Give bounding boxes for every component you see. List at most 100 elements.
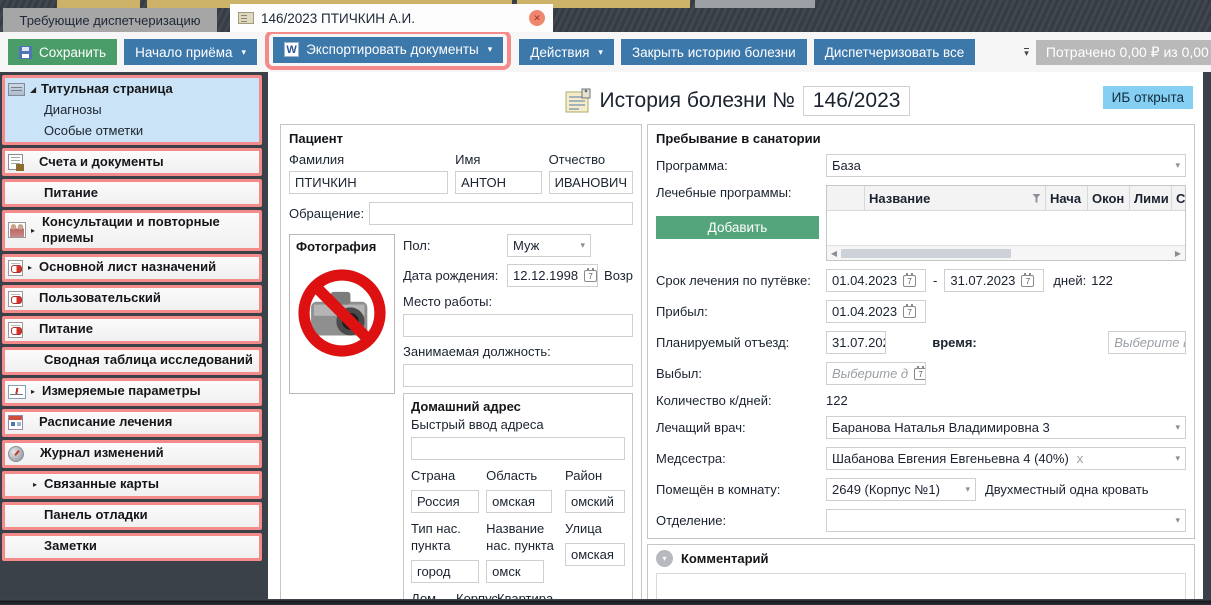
street-label: Улица xyxy=(565,521,625,538)
sidebar-item-linked-cards[interactable]: ▸Связанные карты xyxy=(2,471,262,499)
sidebar-item-notes[interactable]: Заметки xyxy=(2,533,262,561)
settlement-type-label: Тип нас. пункта xyxy=(411,521,479,555)
sidebar-item-title-page[interactable]: ◢Титульная страницаДиагнозыОсобые отметк… xyxy=(2,75,262,145)
add-program-button[interactable]: Добавить xyxy=(656,216,819,239)
calendar-icon[interactable] xyxy=(1021,275,1034,287)
photo-label: Фотография xyxy=(296,239,388,254)
surname-input[interactable]: ПТИЧКИН xyxy=(289,171,448,194)
calendar-icon[interactable] xyxy=(914,368,926,380)
position-input[interactable] xyxy=(403,364,633,387)
name-input[interactable]: АНТОН xyxy=(455,171,541,194)
chevron-down-icon: ▾ xyxy=(1171,515,1180,526)
tab-active-history[interactable]: 146/2023 ПТИЧКИН А.И. ✕ xyxy=(230,4,553,32)
room-select[interactable]: 2649 (Корпус №1) ▾ xyxy=(826,478,976,501)
history-number-field[interactable]: 146/2023 xyxy=(803,86,911,116)
col-selector xyxy=(827,186,865,210)
icon-slot xyxy=(8,476,28,493)
sidebar-subitem[interactable]: Диагнозы xyxy=(8,99,256,120)
settlement-type-input[interactable]: город xyxy=(411,560,479,583)
birth-date-value: 12.12.1998 xyxy=(513,268,578,283)
days-label: дней: xyxy=(1053,273,1086,288)
sidebar-item-label: Питание xyxy=(39,321,93,337)
collapse-comment-icon[interactable]: ▾ xyxy=(656,550,673,567)
expander-icon: ▸ xyxy=(33,480,44,489)
arrived-value: 01.04.2023 xyxy=(832,304,897,319)
toolbar-overflow-button[interactable]: ▾ xyxy=(1024,48,1029,56)
close-history-button[interactable]: Закрыть историю болезни xyxy=(621,39,807,65)
toolbar: Сохранить Начало приёма ▾ Экспортировать… xyxy=(0,32,1211,72)
remove-nurse-icon[interactable]: x xyxy=(1077,451,1084,466)
district-cell: Район омский xyxy=(565,468,625,513)
sidebar-item-invoices[interactable]: Счета и документы xyxy=(2,148,262,176)
col-extra[interactable]: С xyxy=(1172,186,1185,210)
departure-time-input[interactable]: Выберите время ◷ xyxy=(1108,331,1186,354)
patronymic-input[interactable]: ИВАНОВИЧ xyxy=(549,171,633,194)
sidebar-item-food-2[interactable]: Питание xyxy=(2,316,262,344)
treatment-programs-table: Название Нача Окон Лими С ◀ xyxy=(826,185,1186,261)
sidebar-item-custom[interactable]: Пользовательский xyxy=(2,285,262,313)
gender-select[interactable]: Муж ▾ xyxy=(507,234,591,257)
position-field: Занимаемая должность: xyxy=(403,344,633,387)
sidebar-item-debug-panel[interactable]: Панель отладки xyxy=(2,502,262,530)
birth-row: Дата рождения: 12.12.1998 Возр xyxy=(403,264,633,287)
birth-date-input[interactable]: 12.12.1998 xyxy=(507,264,598,287)
chevron-down-icon: ▾ xyxy=(598,47,603,58)
table-horizontal-scrollbar[interactable]: ◀ ▶ xyxy=(827,245,1185,260)
date-range-dash: - xyxy=(933,273,937,288)
comment-textarea[interactable] xyxy=(656,573,1186,599)
kdays-row: Количество к/дней: 122 xyxy=(656,393,1186,408)
program-select[interactable]: База ▾ xyxy=(826,154,1186,177)
scrollbar-thumb[interactable] xyxy=(841,249,1011,258)
sidebar-item-main-prescriptions[interactable]: ▸Основной лист назначений xyxy=(2,254,262,282)
close-tab-icon[interactable]: ✕ xyxy=(529,10,545,26)
department-select[interactable]: ▾ xyxy=(826,509,1186,532)
voucher-from-input[interactable]: 01.04.2023 xyxy=(826,269,926,292)
address-row-1: Страна Россия Область омская Район омски… xyxy=(411,468,625,513)
no-photo-icon xyxy=(297,268,387,358)
salutation-row: Обращение: xyxy=(289,202,633,225)
salutation-input[interactable] xyxy=(369,202,633,225)
col-start[interactable]: Нача xyxy=(1046,186,1088,210)
calendar-icon[interactable] xyxy=(903,306,916,318)
work-input[interactable] xyxy=(403,314,633,337)
actions-button[interactable]: Действия ▾ xyxy=(519,39,614,65)
district-input[interactable]: омский xyxy=(565,490,625,513)
sidebar-item-treatment-schedule[interactable]: Расписание лечения xyxy=(2,409,262,437)
filter-funnel-icon[interactable] xyxy=(1032,194,1041,203)
scroll-left-icon[interactable]: ◀ xyxy=(827,249,841,258)
street-input[interactable]: омская xyxy=(565,543,625,566)
tab-requiring-dispatch[interactable]: Требующие диспетчеризацию xyxy=(3,8,217,32)
nurse-select[interactable]: Шабанова Евгения Евгеньевна 4 (40%) x ▾ xyxy=(826,447,1186,470)
voucher-to-input[interactable]: 31.07.2023 xyxy=(944,269,1044,292)
col-limit[interactable]: Лими xyxy=(1130,186,1172,210)
save-button[interactable]: Сохранить xyxy=(8,39,117,65)
quick-address-input[interactable] xyxy=(411,437,625,460)
building-cell: Корпус xyxy=(456,591,490,599)
col-end[interactable]: Окон xyxy=(1088,186,1130,210)
settlement-name-input[interactable]: омск xyxy=(486,560,544,583)
sidebar-item-label: Связанные карты xyxy=(44,476,159,492)
sidebar-item-measured-params[interactable]: ▸Измеряемые параметры xyxy=(2,378,262,406)
history-document-icon xyxy=(565,88,592,114)
country-input[interactable]: Россия xyxy=(411,490,479,513)
sidebar-item-label: Заметки xyxy=(44,538,97,554)
calendar-icon[interactable] xyxy=(584,270,597,282)
start-reception-button[interactable]: Начало приёма ▾ xyxy=(124,39,257,65)
scroll-right-icon[interactable]: ▶ xyxy=(1171,249,1185,258)
dispatch-all-button[interactable]: Диспетчеризовать все xyxy=(814,39,976,65)
sidebar-item-consultations[interactable]: ▸Консультации и повторные приемы xyxy=(2,210,262,251)
sidebar-item-label: Панель отладки xyxy=(44,507,148,523)
sidebar-item-change-log[interactable]: Журнал изменений xyxy=(2,440,262,468)
calendar-icon[interactable] xyxy=(903,275,916,287)
doctor-select[interactable]: Баранова Наталья Владимировна 3 ▾ xyxy=(826,416,1186,439)
col-name[interactable]: Название xyxy=(865,186,1046,210)
departed-input[interactable]: Выберите д xyxy=(826,362,926,385)
arrived-input[interactable]: 01.04.2023 xyxy=(826,300,926,323)
export-documents-button[interactable]: Экспортировать документы ▾ xyxy=(273,37,503,63)
kdays-value: 122 xyxy=(826,393,848,408)
planned-departure-input[interactable]: 31.07.2023 xyxy=(826,331,886,354)
sidebar-item-food-1[interactable]: Питание xyxy=(2,179,262,207)
region-input[interactable]: омская xyxy=(486,490,552,513)
sidebar-item-summary-table[interactable]: Сводная таблица исследований xyxy=(2,347,262,375)
sidebar-subitem[interactable]: Особые отметки xyxy=(8,120,256,141)
